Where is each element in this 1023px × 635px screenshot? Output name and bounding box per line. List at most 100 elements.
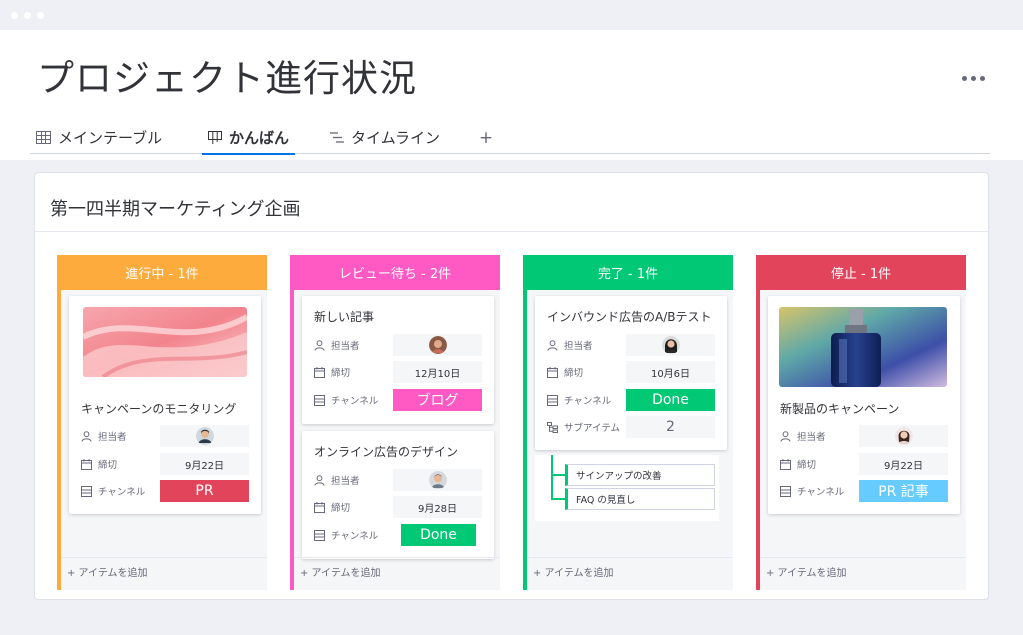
column-header: 停止 - 1件 <box>756 255 966 290</box>
deadline-cell[interactable]: 12月10日 <box>393 361 482 383</box>
subitem[interactable]: サインアップの改善 <box>565 464 715 486</box>
kanban-card[interactable]: インバウンド広告のA/Bテスト 担当者 締切 10月6日 チャンネル Done … <box>535 296 727 450</box>
person-icon <box>81 430 92 442</box>
page-title: プロジェクト進行状況 <box>37 57 417 100</box>
kanban-card[interactable]: 新製品のキャンペーン 担当者 締切 9月22日 チャンネル PR 記事 <box>768 296 960 514</box>
kanban-card[interactable]: 新しい記事 担当者 締切 12月10日 チャンネル ブログ <box>302 296 494 424</box>
channel-status[interactable]: ブログ <box>393 389 482 411</box>
add-item-button[interactable]: + アイテムを追加 <box>67 564 148 579</box>
deadline-row: 締切 9月22日 <box>780 453 950 475</box>
list-icon <box>780 485 791 497</box>
add-item-button[interactable]: + アイテムを追加 <box>533 564 614 579</box>
calendar-icon <box>81 458 92 470</box>
channel-status[interactable]: PR 記事 <box>859 480 948 502</box>
card-cover-image <box>83 307 247 377</box>
field-label: 担当者 <box>98 432 127 443</box>
deadline-row: 締切 12月10日 <box>314 361 484 383</box>
kanban-card[interactable]: キャンペーンのモニタリング 担当者 締切 9月22日 チャンネル PR <box>69 296 261 514</box>
avatar <box>661 336 680 354</box>
channel-status[interactable]: Done <box>401 524 476 546</box>
field-label: 締切 <box>331 368 351 379</box>
tab-main-table[interactable]: メインテーブル <box>30 122 168 153</box>
field-label: チャンネル <box>98 487 146 498</box>
field-label: 担当者 <box>331 476 360 487</box>
field-label: 締切 <box>797 460 817 471</box>
list-icon <box>314 394 325 406</box>
owner-cell[interactable] <box>160 425 249 447</box>
avatar <box>428 336 447 354</box>
channel-row: チャンネル PR <box>81 480 251 502</box>
subitems-count[interactable]: 2 <box>626 416 715 438</box>
kanban-board: 第一四半期マーケティング企画 進行中 - 1件 キャンペーンのモニタリング 担当… <box>34 172 989 600</box>
card-title: インバウンド広告のA/Bテスト <box>547 310 712 324</box>
field-label: チャンネル <box>797 487 845 498</box>
calendar-icon <box>314 501 325 513</box>
more-options-button[interactable] <box>956 66 990 90</box>
subitem[interactable]: FAQ の見直し <box>565 488 715 510</box>
dot-icon <box>970 75 976 81</box>
subitem-connector <box>551 474 565 476</box>
person-icon <box>314 474 325 486</box>
column-header: 完了 - 1件 <box>523 255 733 290</box>
card-title: 新しい記事 <box>314 310 375 324</box>
kanban-column-review: レビュー待ち - 2件 新しい記事 担当者 締切 12月10日 チャンネル ブロ… <box>290 255 500 590</box>
owner-cell[interactable] <box>393 334 482 356</box>
calendar-icon <box>780 458 791 470</box>
subitems-icon <box>547 421 558 433</box>
view-tabs: メインテーブル かんばん タイムライン + <box>30 122 990 155</box>
deadline-cell[interactable]: 9月22日 <box>859 453 948 475</box>
card-cover-image <box>779 307 947 387</box>
deadline-cell[interactable]: 9月22日 <box>160 453 249 475</box>
add-view-button[interactable]: + <box>476 124 496 152</box>
dot-icon <box>961 75 967 81</box>
field-label: 担当者 <box>797 432 826 443</box>
person-icon <box>547 339 558 351</box>
tab-kanban[interactable]: かんばん <box>202 122 296 155</box>
calendar-icon <box>547 366 558 378</box>
kanban-column-stuck: 停止 - 1件 新製品のキャンペーン 担当者 締切 9月22日 チャンネル PR… <box>756 255 966 590</box>
tab-label: タイムライン <box>351 129 440 147</box>
timeline-icon <box>330 132 344 143</box>
channel-row: チャンネル Done <box>314 524 484 546</box>
owner-row: 担当者 <box>81 425 251 447</box>
field-label: チャンネル <box>331 531 379 542</box>
field-label: 締切 <box>331 503 351 514</box>
add-item-button[interactable]: + アイテムを追加 <box>300 564 381 579</box>
tab-label: メインテーブル <box>58 129 163 147</box>
person-icon <box>780 430 791 442</box>
tab-label: かんばん <box>229 129 290 147</box>
list-icon <box>547 394 558 406</box>
column-header: 進行中 - 1件 <box>57 255 267 290</box>
deadline-cell[interactable]: 10月6日 <box>626 361 715 383</box>
deadline-cell[interactable]: 9月28日 <box>393 496 482 518</box>
board-title: 第一四半期マーケティング企画 <box>50 199 301 220</box>
channel-row: チャンネル PR 記事 <box>780 480 950 502</box>
channel-row: チャンネル Done <box>547 389 717 411</box>
kanban-card[interactable]: オンライン広告のデザイン 担当者 締切 9月28日 チャンネル Done <box>302 431 494 559</box>
card-title: オンライン広告のデザイン <box>314 445 459 459</box>
window-dot-icon <box>37 12 44 19</box>
field-label: 締切 <box>564 368 584 379</box>
owner-row: 担当者 <box>547 334 717 356</box>
divider <box>527 557 733 558</box>
channel-status[interactable]: PR <box>160 480 249 502</box>
calendar-icon <box>314 366 325 378</box>
avatar <box>894 427 913 445</box>
channel-status[interactable]: Done <box>626 389 715 411</box>
kanban-column-in-progress: 進行中 - 1件 キャンペーンのモニタリング 担当者 締切 9月22日 チャンネ… <box>57 255 267 590</box>
tab-timeline[interactable]: タイムライン <box>324 122 446 153</box>
deadline-row: 締切 10月6日 <box>547 361 717 383</box>
dot-icon <box>979 75 985 81</box>
window-dot-icon <box>11 12 18 19</box>
owner-row: 担当者 <box>314 334 484 356</box>
field-label: サブアイテム <box>564 423 621 434</box>
owner-cell[interactable] <box>859 425 948 447</box>
window-titlebar <box>0 0 1023 30</box>
owner-cell[interactable] <box>393 469 482 491</box>
deadline-row: 締切 9月28日 <box>314 496 484 518</box>
field-label: 担当者 <box>331 341 360 352</box>
field-label: 担当者 <box>564 341 593 352</box>
owner-cell[interactable] <box>626 334 715 356</box>
add-item-button[interactable]: + アイテムを追加 <box>766 564 847 579</box>
subitems-list: サインアップの改善 FAQ の見直し <box>535 455 719 521</box>
